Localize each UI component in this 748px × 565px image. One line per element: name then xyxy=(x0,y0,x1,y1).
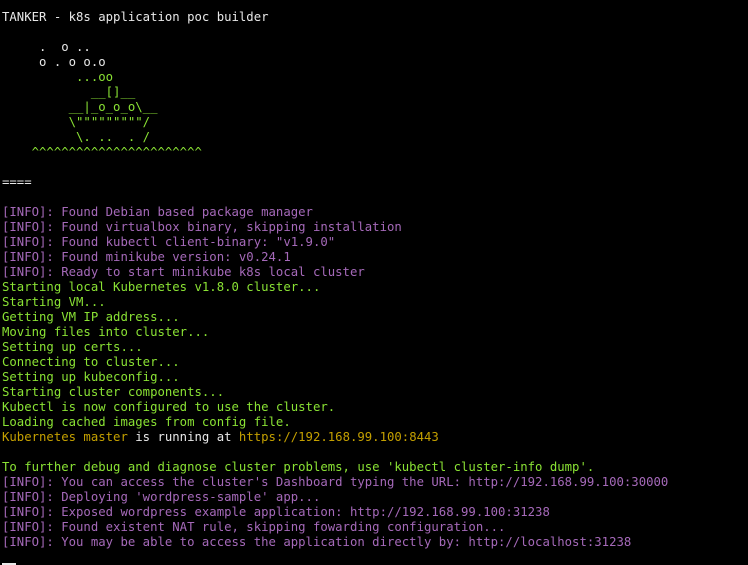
output-line: Setting up certs... xyxy=(2,340,143,354)
info-line: [INFO]: You may be able to access the ap… xyxy=(2,535,632,549)
info-line: [INFO]: Found virtualbox binary, skippin… xyxy=(2,220,402,234)
output-line: Starting cluster components... xyxy=(2,385,225,399)
terminal-window[interactable]: TANKER - k8s application poc builder . o… xyxy=(0,0,748,565)
info-line: [INFO]: You can access the cluster's Das… xyxy=(2,475,669,489)
info-line: [INFO]: Found Debian based package manag… xyxy=(2,205,313,219)
ascii-logo-line: . o .. xyxy=(2,40,91,54)
output-line: Starting local Kubernetes v1.8.0 cluster… xyxy=(2,280,321,294)
output-line: Connecting to cluster... xyxy=(2,355,180,369)
master-text: is running at xyxy=(127,430,239,444)
info-line: [INFO]: Found existent NAT rule, skippin… xyxy=(2,520,506,534)
info-line: [INFO]: Exposed wordpress example applic… xyxy=(2,505,550,519)
output-line: Moving files into cluster... xyxy=(2,325,210,339)
debug-hint-line: To further debug and diagnose cluster pr… xyxy=(2,460,595,474)
ascii-logo-line: o . o o.o xyxy=(2,55,106,69)
ascii-logo-line: __[]__ xyxy=(2,85,136,99)
output-line: Kubectl is now configured to use the clu… xyxy=(2,400,336,414)
ascii-logo-line: __|_o_o_o\__ xyxy=(2,100,158,114)
output-line: Setting up kubeconfig... xyxy=(2,370,180,384)
ascii-logo-line: ...oo xyxy=(2,70,114,84)
output-line: Getting VM IP address... xyxy=(2,310,180,324)
info-line: [INFO]: Deploying 'wordpress-sample' app… xyxy=(2,490,321,504)
master-url[interactable]: https://192.168.99.100:8443 xyxy=(239,430,439,444)
kubernetes-master-line: Kubernetes master is running at https://… xyxy=(2,430,748,445)
app-title: TANKER - k8s application poc builder xyxy=(2,10,269,24)
ascii-logo-line: \. .. . / xyxy=(2,130,151,144)
ascii-logo-line: \"""""""""/ xyxy=(2,115,151,129)
ascii-logo-line: ^^^^^^^^^^^^^^^^^^^^^^^ xyxy=(2,145,202,159)
output-line: Loading cached images from config file. xyxy=(2,415,291,429)
master-label: Kubernetes master xyxy=(2,430,128,444)
info-line: [INFO]: Ready to start minikube k8s loca… xyxy=(2,265,365,279)
output-line: Starting VM... xyxy=(2,295,106,309)
separator: ==== xyxy=(2,175,32,189)
prompt-line[interactable] xyxy=(2,550,748,565)
info-line: [INFO]: Found minikube version: v0.24.1 xyxy=(2,250,291,264)
info-line: [INFO]: Found kubectl client-binary: "v1… xyxy=(2,235,336,249)
